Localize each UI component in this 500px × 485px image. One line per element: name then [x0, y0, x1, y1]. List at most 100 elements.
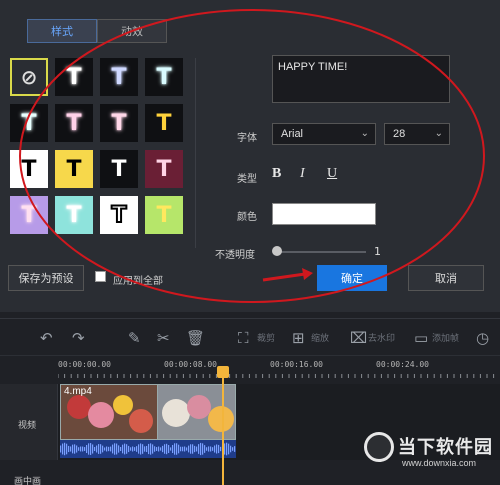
waveform-bar	[84, 447, 86, 451]
waveform-bar	[98, 444, 100, 454]
watermark-logo	[364, 432, 394, 462]
pip-track-label: 画中画	[14, 477, 42, 485]
text-preset-pink-on-maroon[interactable]: T	[145, 150, 183, 188]
chevron-down-icon: ⌄	[434, 128, 443, 139]
waveform-bar	[92, 444, 94, 454]
waveform-bar	[234, 446, 236, 452]
cancel-button[interactable]: 取消	[408, 265, 484, 291]
text-preset-teal-outline-mint[interactable]: T	[55, 196, 93, 234]
undo-icon[interactable]: ↶	[40, 329, 53, 347]
opacity-value: 1	[374, 245, 381, 258]
save-preset-button[interactable]: 保存为预设	[8, 265, 84, 291]
waveform-bar	[186, 447, 188, 451]
ruler-label: 00:00:24.00	[376, 360, 429, 369]
text-preset-glow-pink2[interactable]: T	[100, 104, 138, 142]
video-editor-window: 样式 动效 ⊘ T T T T T T T T T T T T T T T HAPPY TIME! 字体 Ar…	[0, 0, 500, 485]
text-preset-outline[interactable]: T	[55, 58, 93, 96]
waveform-bar	[116, 443, 118, 455]
zoom-label: 缩放	[311, 334, 330, 344]
text-preset-black-on-white[interactable]: T	[10, 150, 48, 188]
text-preset-black-on-yellow[interactable]: T	[55, 150, 93, 188]
font-size-select[interactable]: 28 ⌄	[384, 123, 450, 145]
trash-icon[interactable]: 🗑	[186, 329, 205, 347]
font-family-select[interactable]: Arial ⌄	[272, 123, 376, 145]
waveform-bar	[176, 443, 178, 455]
opacity-slider-thumb[interactable]	[272, 246, 282, 256]
waveform-bar	[72, 444, 74, 454]
waveform-bar	[226, 442, 228, 456]
text-preset-outline-on-white[interactable]: T	[100, 196, 138, 234]
waveform-bar	[90, 443, 92, 455]
waveform-bar	[68, 445, 70, 453]
font-label: 字体	[237, 133, 257, 144]
waveform-bar	[208, 446, 210, 452]
waveform-bar	[188, 445, 190, 453]
waveform-bar	[150, 443, 152, 455]
text-input[interactable]: HAPPY TIME!	[272, 55, 450, 103]
waveform-bar	[168, 444, 170, 454]
text-preset-white-on-black[interactable]: T	[100, 150, 138, 188]
tab-animation[interactable]: 动效	[97, 19, 167, 43]
watermark-url: www.downxia.com	[402, 458, 477, 468]
waveform-bar	[170, 447, 172, 451]
waveform-bar	[210, 446, 212, 452]
waveform-bar	[86, 444, 88, 454]
bold-button[interactable]: B	[272, 166, 281, 182]
italic-button[interactable]: I	[300, 166, 305, 182]
waveform-bar	[88, 443, 90, 455]
waveform-bar	[152, 444, 154, 454]
text-preset-pink-outline-lilac[interactable]: T	[10, 196, 48, 234]
waveform-bar	[78, 447, 80, 451]
waveform-bar	[140, 443, 142, 455]
waveform-bar	[138, 444, 140, 454]
ruler-label: 00:00:08.00	[164, 360, 217, 369]
style-tabs: 样式 动效	[27, 19, 167, 43]
waveform-bar	[162, 445, 164, 453]
underline-button[interactable]: U	[327, 166, 337, 182]
clip-name: 4.mp4	[64, 386, 92, 397]
waveform-bar	[102, 445, 104, 453]
font-family-value: Arial	[281, 128, 304, 140]
text-preset-glow-blue[interactable]: T	[100, 58, 138, 96]
waveform-bar	[60, 445, 62, 453]
waveform-bar	[178, 444, 180, 454]
tab-style[interactable]: 样式	[27, 19, 97, 43]
color-picker[interactable]	[272, 203, 376, 225]
waveform-bar	[76, 445, 78, 453]
waveform-bar	[174, 443, 176, 455]
waveform-bar	[232, 447, 234, 451]
zoom-icon[interactable]: ⊞	[292, 329, 305, 347]
waveform-bar	[190, 444, 192, 454]
waveform-bar	[112, 444, 114, 454]
waveform-bar	[164, 444, 166, 454]
type-label: 类型	[237, 174, 257, 185]
text-preset-glow-cyan[interactable]: T	[145, 58, 183, 96]
playhead[interactable]	[222, 366, 224, 485]
panel-divider	[195, 58, 196, 248]
timeline-ruler[interactable]: 00:00:00.00 00:00:08.00 00:00:16.00 00:0…	[58, 356, 500, 380]
watermark-remove-icon[interactable]: ⌧	[350, 329, 367, 347]
text-preset-glow-cyan2[interactable]: T	[10, 104, 48, 142]
waveform-bar	[80, 446, 82, 452]
ruler-label: 00:00:00.00	[58, 360, 111, 369]
crop-label: 裁剪	[257, 334, 276, 344]
text-preset-glow-pink[interactable]: T	[55, 104, 93, 142]
clock-icon[interactable]: ◷	[476, 329, 489, 347]
waveform-bar	[100, 444, 102, 454]
text-preset-yellow-on-lime[interactable]: T	[145, 196, 183, 234]
waveform-bar	[228, 443, 230, 455]
pencil-icon[interactable]: ✎	[128, 329, 141, 347]
text-preset-none[interactable]: ⊘	[10, 58, 48, 96]
add-frame-icon[interactable]: ▭	[414, 329, 428, 347]
confirm-button[interactable]: 确定	[317, 265, 387, 291]
opacity-slider-track[interactable]	[274, 251, 366, 253]
apply-all-checkbox[interactable]	[95, 271, 106, 282]
crop-icon[interactable]: ⛶	[238, 329, 249, 347]
scissors-icon[interactable]: ✂	[157, 329, 170, 347]
waveform-bar	[142, 444, 144, 454]
waveform-bar	[180, 446, 182, 452]
waveform-bar	[62, 443, 64, 455]
text-preset-yellow[interactable]: T	[145, 104, 183, 142]
waveform-bar	[82, 446, 84, 452]
redo-icon[interactable]: ↷	[72, 329, 85, 347]
